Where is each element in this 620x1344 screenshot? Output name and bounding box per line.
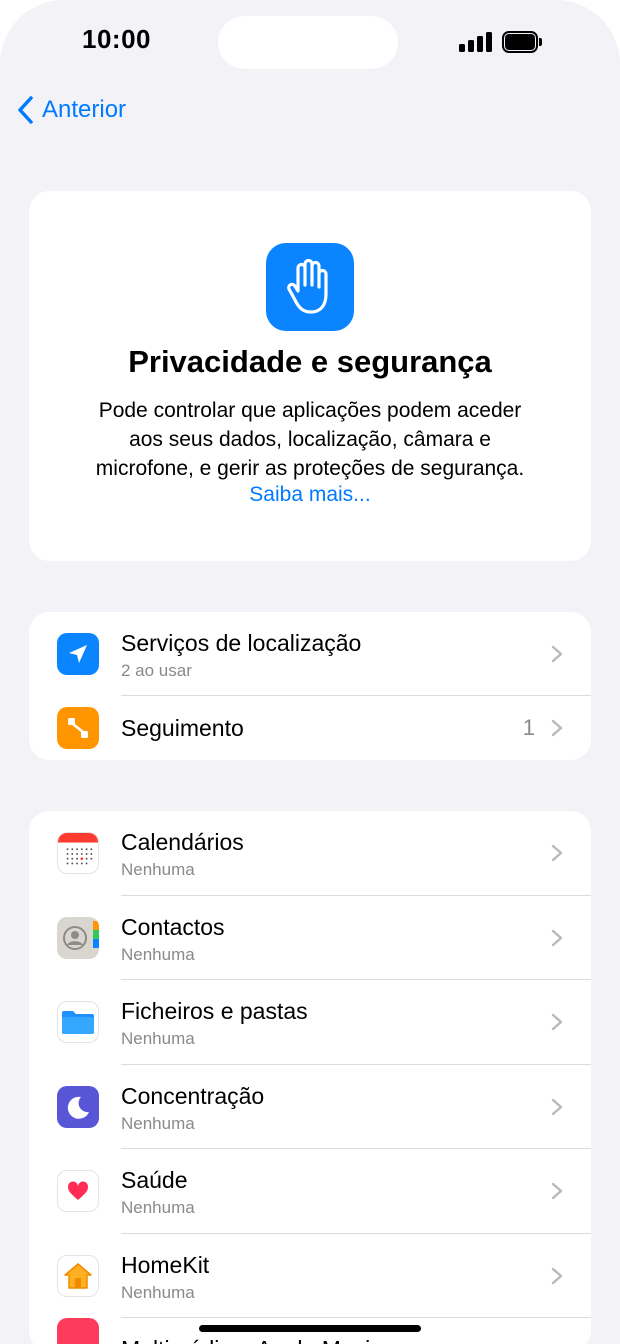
home-indicator[interactable] (199, 1325, 421, 1332)
back-button[interactable]: Anterior (16, 90, 126, 130)
chevron-right-icon (551, 1014, 563, 1031)
row-title: Calendários (121, 829, 244, 855)
row-subtitle: Nenhuma (121, 1029, 195, 1048)
row-subtitle: Nenhuma (121, 1198, 195, 1217)
chevron-right-icon (551, 929, 563, 946)
cellular-signal-icon (459, 32, 493, 52)
page-title: Privacidade e segurança (128, 344, 492, 379)
row-subtitle: 2 ao usar (121, 661, 192, 680)
row-title: Serviços de localização (121, 630, 362, 656)
settings-screen: 10:00 Anterior Privacidade e segurança P… (0, 0, 620, 1344)
row-title: Seguimento (121, 715, 244, 741)
row-health[interactable]: Saúde Nenhuma (29, 1149, 591, 1234)
chevron-right-icon (551, 1098, 563, 1115)
permissions-group: Calendários Nenhuma Contactos Nenhuma Fi… (29, 811, 591, 1344)
learn-more-link[interactable]: Saiba mais... (29, 483, 591, 507)
row-title: Saúde (121, 1167, 188, 1193)
row-title: Multimédia e Apple Music (121, 1336, 382, 1344)
battery-icon (502, 31, 542, 53)
moon-icon (57, 1085, 99, 1128)
home-icon (57, 1254, 99, 1297)
row-title: Contactos (121, 913, 225, 940)
chevron-right-icon (551, 719, 563, 737)
chevron-right-icon (551, 1183, 563, 1200)
chevron-right-icon (551, 1267, 563, 1284)
contacts-icon (57, 916, 99, 959)
row-focus[interactable]: Concentração Nenhuma (29, 1065, 591, 1149)
row-title: HomeKit (121, 1251, 210, 1278)
folder-icon (57, 1001, 99, 1044)
heart-icon (57, 1170, 99, 1213)
row-contacts[interactable]: Contactos Nenhuma (29, 896, 591, 980)
row-files-folders[interactable]: Ficheiros e pastas Nenhuma (29, 980, 591, 1065)
privacy-header-card: Privacidade e segurança Pode controlar q… (29, 191, 591, 561)
dynamic-island (218, 16, 398, 69)
row-subtitle: Nenhuma (121, 860, 195, 879)
row-tracking[interactable]: Seguimento 1 (29, 696, 591, 760)
chevron-right-icon (551, 645, 563, 663)
music-icon (57, 1318, 99, 1344)
chevron-left-icon (18, 96, 33, 124)
row-subtitle: Nenhuma (121, 944, 195, 964)
row-calendars[interactable]: Calendários Nenhuma (29, 811, 591, 896)
tracking-count: 1 (522, 715, 535, 740)
row-subtitle: Nenhuma (121, 1113, 195, 1133)
row-location-services[interactable]: Serviços de localização 2 ao usar (29, 612, 591, 696)
status-time: 10:00 (82, 24, 151, 54)
page-description: Pode controlar que aplicações podem aced… (95, 399, 525, 480)
row-title: Ficheiros e pastas (121, 998, 308, 1024)
row-homekit[interactable]: HomeKit Nenhuma (29, 1234, 591, 1318)
row-subtitle: Nenhuma (121, 1282, 195, 1302)
location-arrow-icon (57, 633, 99, 675)
hand-raised-icon (266, 243, 354, 331)
tracking-icon (57, 707, 99, 749)
chevron-right-icon (551, 845, 563, 862)
back-label: Anterior (42, 96, 127, 123)
location-tracking-group: Serviços de localização 2 ao usar Seguim… (29, 612, 591, 760)
calendar-icon (57, 832, 99, 875)
row-title: Concentração (121, 1082, 265, 1109)
